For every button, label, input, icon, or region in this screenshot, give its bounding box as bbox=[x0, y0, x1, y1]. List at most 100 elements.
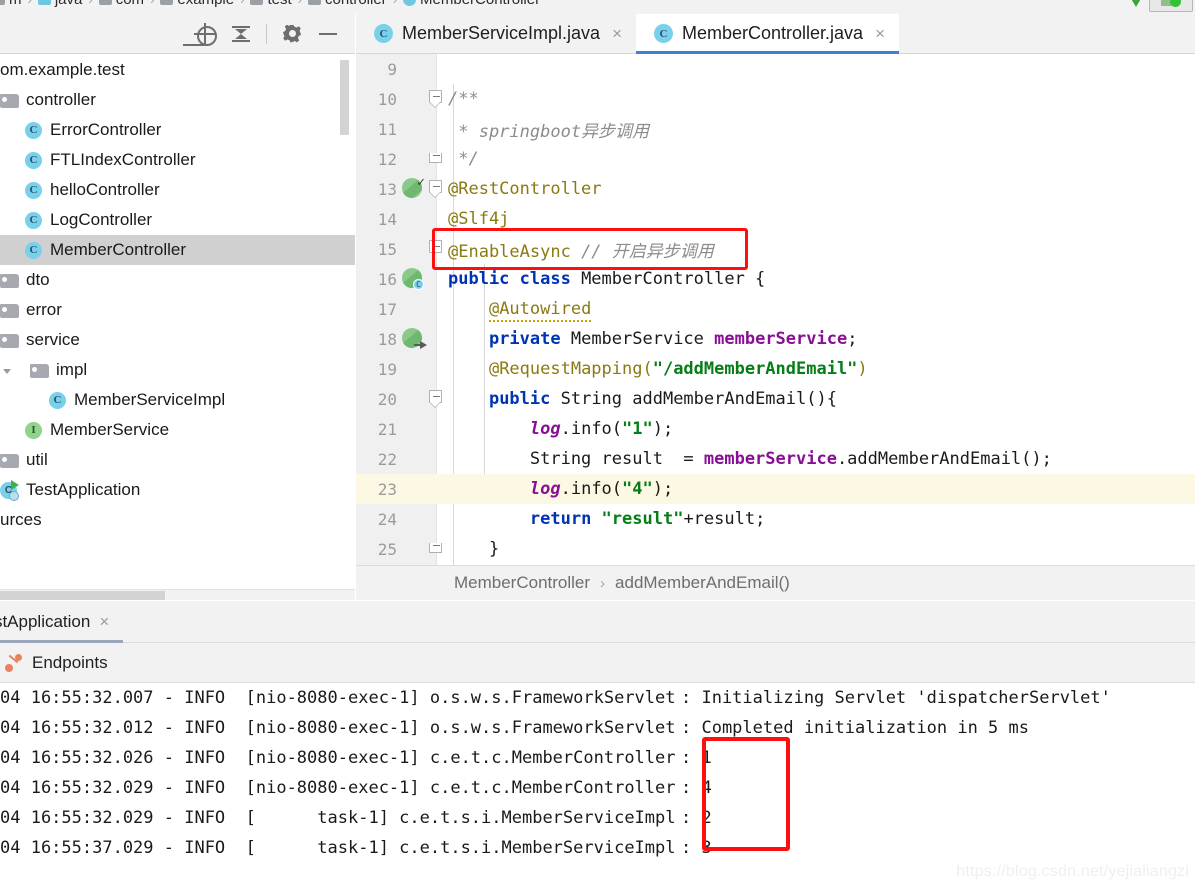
breadcrumb-item-4[interactable]: test bbox=[250, 0, 291, 8]
close-icon[interactable]: × bbox=[99, 612, 109, 632]
code-line: 18 private MemberService memberService; bbox=[356, 324, 1195, 354]
hide-panel-icon[interactable] bbox=[317, 23, 339, 45]
tree-row[interactable]: impl bbox=[0, 355, 355, 385]
tree-item-label: ErrorController bbox=[50, 120, 161, 140]
tree-row[interactable]: util bbox=[0, 445, 355, 475]
project-tree[interactable]: om.example.test controller ErrorControll… bbox=[0, 55, 355, 600]
class-icon bbox=[403, 0, 416, 6]
tree-row[interactable]: helloController bbox=[0, 175, 355, 205]
breadcrumb-label: java bbox=[55, 0, 83, 8]
code-line: 24 return "result"+result; bbox=[356, 504, 1195, 534]
breadcrumb-item-5[interactable]: controller bbox=[308, 0, 387, 8]
breadcrumb-label: example bbox=[177, 0, 234, 8]
code-line: 10 /** bbox=[356, 84, 1195, 114]
close-icon[interactable]: × bbox=[875, 25, 885, 42]
tree-row[interactable]: error bbox=[0, 295, 355, 325]
line-number: 22 bbox=[356, 450, 397, 469]
console-output[interactable]: 04 16:55:32.007 - INFO [nio-8080-exec-1]… bbox=[0, 683, 1195, 887]
tab-label: MemberServiceImpl.java bbox=[402, 23, 600, 44]
tree-row[interactable]: ErrorController bbox=[0, 115, 355, 145]
breadcrumb-separator: › bbox=[240, 0, 244, 7]
top-breadcrumb-strip: m › java › com › example › test › bbox=[0, 0, 1195, 14]
fold-marker-icon[interactable] bbox=[428, 389, 444, 409]
project-tree-vertical-scrollbar[interactable] bbox=[340, 60, 349, 135]
project-tree-horizontal-scrollbar[interactable] bbox=[0, 591, 165, 600]
fold-marker-icon[interactable] bbox=[428, 239, 444, 259]
tree-item-label: TestApplication bbox=[26, 480, 140, 500]
breadcrumb-item-0[interactable]: m bbox=[0, 0, 22, 8]
tree-row[interactable]: LogController bbox=[0, 205, 355, 235]
tree-row[interactable]: service bbox=[0, 325, 355, 355]
console-line-message: : 1 bbox=[681, 748, 712, 768]
breadcrumb-label: controller bbox=[325, 0, 387, 8]
run-tab-test-application[interactable]: TestApplication × bbox=[0, 601, 123, 643]
breadcrumb-separator: › bbox=[600, 575, 605, 592]
console-line-left: 04 16:55:32.007 - INFO [nio-8080-exec-1]… bbox=[0, 688, 681, 708]
tree-expander-impl[interactable] bbox=[0, 355, 14, 385]
breadcrumb-item-1[interactable]: java bbox=[38, 0, 83, 8]
collapse-all-icon[interactable] bbox=[230, 23, 252, 45]
fold-marker-icon[interactable] bbox=[428, 179, 444, 199]
tree-row[interactable]: TestApplication bbox=[0, 475, 355, 505]
code-line-text: log.info("4"); bbox=[448, 479, 673, 499]
tab-label: MemberController.java bbox=[682, 23, 863, 44]
breadcrumb-label: test bbox=[267, 0, 291, 8]
line-number: 14 bbox=[356, 210, 397, 229]
tree-row[interactable]: dto bbox=[0, 265, 355, 295]
code-editor[interactable]: 9 10 /** 11 * springboot异步调用 12 */ 13 bbox=[356, 54, 1195, 565]
run-tab-label: TestApplication bbox=[0, 612, 90, 632]
tree-item-label: om.example.test bbox=[0, 60, 125, 80]
tab-member-controller[interactable]: C MemberController.java × bbox=[636, 14, 899, 53]
breadcrumb-label: m bbox=[9, 0, 22, 8]
folder-icon bbox=[99, 0, 112, 5]
line-number: 17 bbox=[356, 300, 397, 319]
run-arrow-icon[interactable] bbox=[1129, 0, 1143, 7]
breadcrumb-method[interactable]: addMemberAndEmail() bbox=[615, 573, 790, 593]
endpoints-tab[interactable]: Endpoints bbox=[0, 643, 1195, 683]
code-line-text: public String addMemberAndEmail(){ bbox=[448, 389, 837, 409]
tree-row[interactable]: controller bbox=[0, 85, 355, 115]
fold-end-icon[interactable] bbox=[428, 539, 444, 559]
class-icon bbox=[24, 240, 44, 260]
code-line-text: @RestController bbox=[448, 179, 602, 199]
breadcrumb-class[interactable]: MemberController bbox=[454, 573, 590, 593]
locate-in-tree-icon[interactable] bbox=[194, 23, 216, 45]
settings-gear-icon[interactable] bbox=[281, 23, 303, 45]
console-line-left: 04 16:55:32.029 - INFO [nio-8080-exec-1]… bbox=[0, 778, 681, 798]
console-line-left: 04 16:55:32.012 - INFO [nio-8080-exec-1]… bbox=[0, 718, 681, 738]
code-line: 13 ✓ @RestController bbox=[356, 174, 1195, 204]
fold-marker-icon[interactable] bbox=[428, 89, 444, 109]
fold-end-icon[interactable] bbox=[428, 149, 444, 169]
breadcrumb-item-3[interactable]: example bbox=[160, 0, 234, 8]
spring-bean-gutter-icon[interactable] bbox=[402, 328, 424, 350]
code-line-text: @EnableAsync // 开启异步调用 bbox=[448, 237, 714, 262]
console-line: 04 16:55:32.012 - INFO [nio-8080-exec-1]… bbox=[0, 713, 1195, 743]
tree-row[interactable]: om.example.test bbox=[0, 55, 355, 85]
breadcrumb-item-6[interactable]: MemberController bbox=[403, 0, 540, 8]
code-line: 9 bbox=[356, 54, 1195, 84]
breadcrumb-separator: › bbox=[298, 0, 302, 7]
toolbar-right-widgets bbox=[1129, 0, 1193, 12]
code-line-text: public class MemberController { bbox=[448, 269, 765, 289]
line-number: 15 bbox=[356, 240, 397, 259]
tree-row[interactable]: MemberService bbox=[0, 415, 355, 445]
spring-bean-gutter-icon[interactable]: C bbox=[402, 268, 424, 290]
breadcrumb-separator: › bbox=[393, 0, 397, 7]
tree-item-label: helloController bbox=[50, 180, 160, 200]
line-number: 11 bbox=[356, 120, 397, 139]
close-icon[interactable]: × bbox=[612, 25, 622, 42]
tab-member-service-impl[interactable]: C MemberServiceImpl.java × bbox=[356, 14, 636, 53]
breadcrumb-item-2[interactable]: com bbox=[99, 0, 144, 8]
line-number: 25 bbox=[356, 540, 397, 559]
tree-row-selected-member-controller[interactable]: MemberController bbox=[0, 235, 355, 265]
folder-icon bbox=[308, 0, 321, 5]
code-line: 12 */ bbox=[356, 144, 1195, 174]
folder-icon bbox=[30, 360, 50, 380]
tree-row[interactable]: urces bbox=[0, 505, 355, 535]
spring-bean-gutter-icon[interactable]: ✓ bbox=[402, 178, 424, 200]
tree-item-label: MemberController bbox=[50, 240, 186, 260]
tree-row[interactable]: MemberServiceImpl bbox=[0, 385, 355, 415]
tree-row[interactable]: FTLIndexController bbox=[0, 145, 355, 175]
run-config-button[interactable] bbox=[1149, 0, 1193, 12]
code-line-text: /** bbox=[448, 89, 479, 109]
